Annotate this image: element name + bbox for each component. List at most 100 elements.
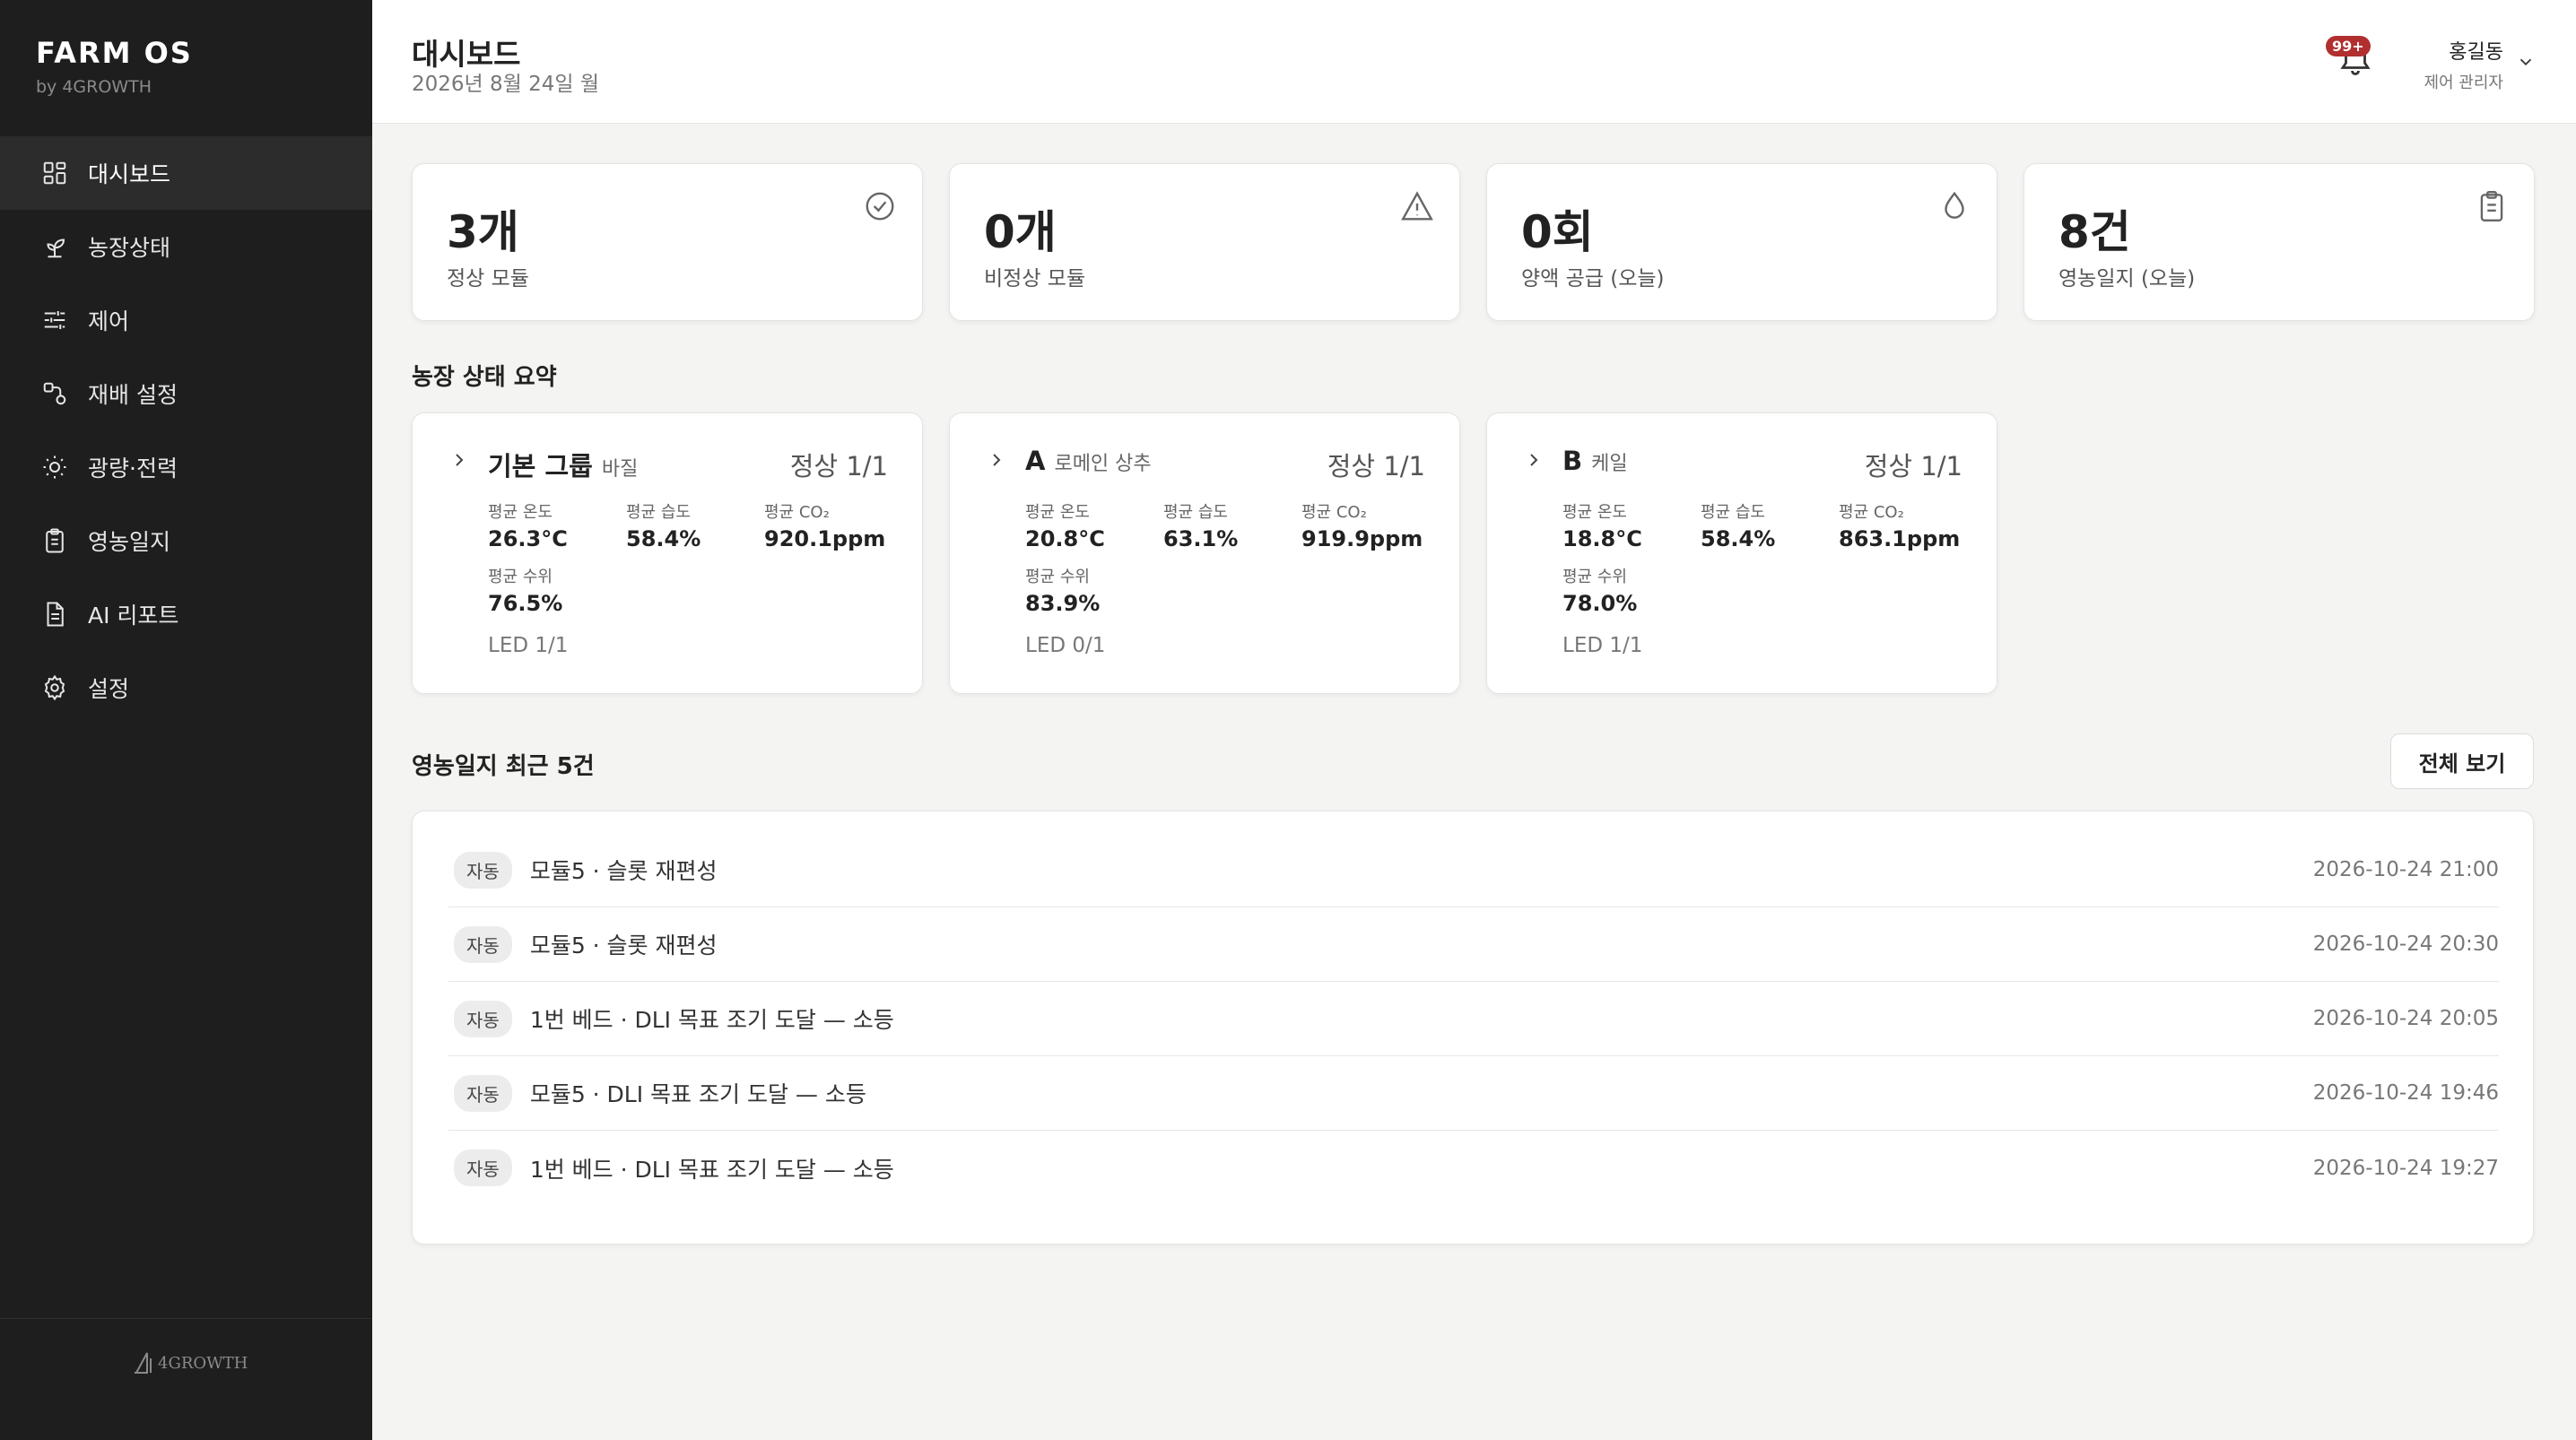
sidebar-item-farm-status[interactable]: 농장상태	[0, 210, 372, 283]
stat-value: 0회	[1521, 206, 1594, 258]
metric-water-level: 평균 수위 76.5%	[488, 564, 562, 616]
journal-row[interactable]: 자동 모듈5 · 슬롯 재편성 2026-10-24 20:30	[448, 907, 2499, 982]
journal-text: 모듈5 · 슬롯 재편성	[529, 858, 718, 884]
sun-icon	[41, 454, 68, 481]
metric-temperature: 평균 온도 18.8°C	[1562, 499, 1642, 551]
farm-crop: 바질	[601, 458, 639, 481]
metric-co2: 평균 CO₂ 920.1ppm	[764, 499, 885, 551]
metric-humidity: 평균 습도 58.4%	[626, 499, 701, 551]
journal-row[interactable]: 자동 1번 베드 · DLI 목표 조기 도달 — 소등 2026-10-24 …	[448, 982, 2499, 1056]
journal-time: 2026-10-24 21:00	[2312, 858, 2499, 881]
sidebar-nav: 대시보드 농장상태 제어 재배 설정 광량·전력 영농일지 AI 리포트 설정	[0, 136, 372, 724]
farm-card[interactable]: A 로메인 상추 정상 1/1 평균 온도 20.8°C 평균 습도 63.1% 평균…	[949, 412, 1460, 694]
brand[interactable]: FARM OS by 4GROWTH	[36, 36, 193, 97]
journal-time: 2026-10-24 20:05	[2312, 1007, 2499, 1030]
user-menu[interactable]: 홍길동 제어 관리자	[2405, 36, 2503, 93]
farm-group-name: B 케일	[1562, 446, 1628, 476]
chevron-right-icon[interactable]	[448, 449, 470, 471]
journal-text: 1번 베드 · DLI 목표 조기 도달 — 소등	[529, 1156, 894, 1183]
user-name: 홍길동	[2449, 41, 2503, 64]
journal-row[interactable]: 자동 모듈5 · DLI 목표 조기 도달 — 소등 2026-10-24 19…	[448, 1056, 2499, 1131]
journal-time: 2026-10-24 19:46	[2312, 1081, 2499, 1105]
auto-tag: 자동	[454, 1000, 512, 1037]
farm-name-text: 기본 그룹	[488, 451, 593, 481]
flow-icon	[41, 380, 68, 407]
metric-label: 평균 CO₂	[764, 503, 830, 522]
farm-crop: 케일	[1591, 453, 1628, 475]
chevron-right-icon[interactable]	[986, 449, 1007, 471]
journal-title: 영농일지 최근 5건	[412, 753, 595, 780]
check-circle-icon	[863, 189, 897, 223]
metric-label: 평균 온도	[1025, 503, 1090, 522]
sidebar-item-label: AI 리포트	[88, 603, 179, 629]
metric-value: 63.1%	[1163, 526, 1239, 551]
view-all-button[interactable]: 전체 보기	[2390, 733, 2534, 789]
sprout-icon	[41, 233, 68, 260]
metric-value: 78.0%	[1562, 591, 1638, 616]
farm-group-name: 기본 그룹 바질	[488, 446, 638, 483]
top-header: 대시보드 2026년 8월 24일 월 99+ 홍길동 제어 관리자	[372, 0, 2576, 124]
brand-title: FARM OS	[36, 36, 193, 70]
metric-value: 20.8°C	[1025, 526, 1105, 551]
chevron-down-icon[interactable]	[2516, 52, 2536, 72]
metric-label: 평균 온도	[488, 503, 553, 522]
metric-value: 58.4%	[1701, 526, 1776, 551]
warning-icon	[1400, 189, 1434, 223]
journal-list: 자동 모듈5 · 슬롯 재편성 2026-10-24 21:00 자동 모듈5 …	[412, 811, 2534, 1245]
journal-text: 모듈5 · 슬롯 재편성	[529, 933, 718, 959]
footer-logo: 4GROWTH	[133, 1349, 248, 1376]
stat-value: 3개	[447, 206, 519, 258]
metric-label: 평균 CO₂	[1301, 503, 1367, 522]
brand-subtitle: by 4GROWTH	[36, 77, 152, 97]
auto-tag: 자동	[454, 1074, 512, 1112]
metric-temperature: 평균 온도 20.8°C	[1025, 499, 1105, 551]
auto-tag: 자동	[454, 851, 512, 889]
stat-label: 정상 모듈	[447, 267, 529, 291]
sidebar: FARM OS by 4GROWTH 대시보드 농장상태 제어 재배 설정 광량…	[0, 0, 372, 1440]
metric-value: 863.1ppm	[1839, 526, 1961, 551]
sidebar-item-farm-journal[interactable]: 영농일지	[0, 504, 372, 577]
metric-humidity: 평균 습도 63.1%	[1163, 499, 1238, 551]
auto-tag: 자동	[454, 925, 512, 963]
farm-card[interactable]: 기본 그룹 바질 정상 1/1 평균 온도 26.3°C 평균 습도 58.4% 평균…	[412, 412, 923, 694]
metric-value: 26.3°C	[488, 526, 568, 551]
notification-badge: 99+	[2326, 36, 2371, 56]
drop-icon	[1937, 189, 1971, 223]
metric-value: 76.5%	[488, 591, 563, 616]
sliders-icon	[41, 307, 68, 334]
farm-card[interactable]: B 케일 정상 1/1 평균 온도 18.8°C 평균 습도 58.4% 평균 CO₂…	[1486, 412, 1997, 694]
sidebar-item-settings[interactable]: 설정	[0, 651, 372, 724]
sidebar-item-label: 제어	[88, 308, 130, 334]
farm-status: 정상 1/1	[789, 451, 888, 481]
sidebar-item-label: 광량·전력	[88, 455, 178, 481]
sidebar-item-control[interactable]: 제어	[0, 283, 372, 357]
metric-value: 83.9%	[1025, 591, 1101, 616]
clipboard-icon	[41, 527, 68, 554]
journal-row[interactable]: 자동 1번 베드 · DLI 목표 조기 도달 — 소등 2026-10-24 …	[448, 1131, 2499, 1205]
metric-value: 920.1ppm	[764, 526, 886, 551]
metric-label: 평균 습도	[626, 503, 691, 522]
farm-summary-title: 농장 상태 요약	[412, 364, 557, 391]
chevron-right-icon[interactable]	[1523, 449, 1545, 471]
sidebar-item-light-power[interactable]: 광량·전력	[0, 430, 372, 504]
farm-led-status: LED 1/1	[488, 634, 569, 657]
metric-value: 18.8°C	[1562, 526, 1642, 551]
metric-label: 평균 수위	[1025, 568, 1090, 586]
stat-card-nutrient-supply: 0회 양액 공급 (오늘)	[1486, 163, 1997, 321]
stat-value: 0개	[984, 206, 1057, 258]
sidebar-item-cultivation-settings[interactable]: 재배 설정	[0, 357, 372, 430]
journal-row[interactable]: 자동 모듈5 · 슬롯 재편성 2026-10-24 21:00	[448, 833, 2499, 907]
logo-mark-icon	[135, 1352, 152, 1374]
farm-crop: 로메인 상추	[1054, 453, 1152, 475]
sidebar-item-dashboard[interactable]: 대시보드	[0, 136, 372, 210]
sidebar-item-ai-report[interactable]: AI 리포트	[0, 577, 372, 651]
metric-co2: 평균 CO₂ 919.9ppm	[1301, 499, 1423, 551]
document-icon	[41, 601, 68, 628]
journal-time: 2026-10-24 19:27	[2312, 1156, 2499, 1180]
metric-label: 평균 수위	[1562, 568, 1627, 586]
farm-led-status: LED 0/1	[1025, 634, 1106, 657]
metric-water-level: 평균 수위 83.9%	[1025, 564, 1100, 616]
sidebar-item-label: 재배 설정	[88, 382, 178, 408]
metric-label: 평균 CO₂	[1839, 503, 1904, 522]
farm-status: 정상 1/1	[1864, 451, 1962, 481]
